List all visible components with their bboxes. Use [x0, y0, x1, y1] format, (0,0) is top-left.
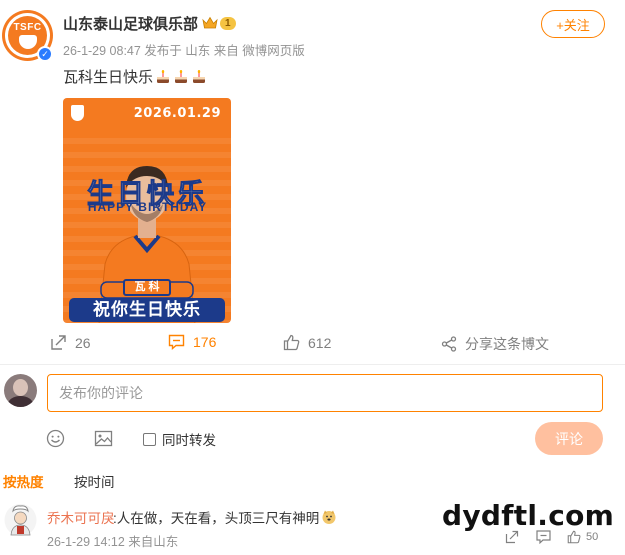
- comment-text-content: :人在做，天在看，头顶三尺有神明: [113, 511, 320, 526]
- repost-checkbox[interactable]: 同时转发: [143, 429, 216, 449]
- club-logo-icon: [71, 105, 84, 121]
- sort-by-time-tab[interactable]: 按时间: [74, 471, 115, 491]
- poster-date: 2026.01.29: [133, 106, 221, 121]
- follow-button[interactable]: +关注: [541, 10, 605, 38]
- vip-level: 1: [220, 16, 236, 30]
- comment-like-button[interactable]: 50: [567, 530, 598, 544]
- post-text: 瓦科生日快乐: [63, 66, 207, 87]
- sort-by-hot-tab[interactable]: 按热度: [3, 471, 44, 491]
- repost-button[interactable]: 26: [50, 334, 91, 351]
- comment-icon: [168, 334, 185, 350]
- repost-checkbox-label: 同时转发: [162, 433, 216, 448]
- commenter-avatar[interactable]: [4, 502, 37, 538]
- comment-input[interactable]: [47, 374, 603, 412]
- checkbox-icon[interactable]: [143, 432, 156, 446]
- submit-comment-button[interactable]: 评论: [535, 422, 603, 455]
- commenter-name[interactable]: 乔木可可戾: [47, 507, 115, 527]
- watermark: dydftl.com: [442, 499, 615, 532]
- repost-count: 26: [75, 334, 91, 351]
- my-avatar[interactable]: [4, 374, 37, 407]
- comment-reply-icon[interactable]: [536, 530, 551, 544]
- image-icon[interactable]: [94, 429, 113, 448]
- club-crest-icon: [18, 35, 37, 49]
- poster-subtitle: HAPPY BIRTHDAY: [87, 200, 208, 214]
- thumbs-up-icon: [283, 334, 300, 351]
- comment-like-count: 50: [586, 531, 599, 543]
- comment-meta: 26-1-29 14:12 来自山东: [47, 535, 179, 549]
- comment-button[interactable]: 176: [168, 334, 216, 350]
- share-button[interactable]: 分享这条博文: [441, 334, 549, 354]
- emoji-icon[interactable]: [46, 429, 65, 448]
- player-photo: [98, 166, 196, 323]
- author-name[interactable]: 山东泰山足球俱乐部: [63, 13, 198, 34]
- like-count: 612: [308, 334, 332, 351]
- repost-icon: [51, 335, 66, 350]
- club-abbr: TSFC: [13, 22, 42, 33]
- poster-player-name: 瓦 科: [123, 279, 171, 296]
- like-button[interactable]: 612: [283, 334, 331, 351]
- comment-repost-icon[interactable]: [505, 530, 519, 544]
- share-label: 分享这条博文: [465, 336, 549, 352]
- crown-icon: [202, 16, 218, 29]
- divider: [0, 364, 625, 365]
- cake-icon: [157, 69, 170, 83]
- post-meta: 26-1-29 08:47 发布于 山东 来自 微博网页版: [63, 44, 305, 58]
- share-icon: [441, 336, 457, 352]
- post-text-content: 瓦科生日快乐: [63, 69, 154, 86]
- comment-text: :人在做，天在看，头顶三尺有神明: [113, 507, 337, 527]
- doge-emoji-icon: [322, 510, 336, 524]
- verified-badge-icon: ✓: [37, 46, 53, 62]
- vip-badge[interactable]: 1: [202, 15, 236, 31]
- cake-icon: [175, 69, 188, 83]
- poster-wish: 祝你生日快乐: [69, 298, 225, 322]
- comment-count: 176: [193, 334, 217, 350]
- post-image[interactable]: 2026.01.29 生日快乐 HAPPY BIRTHDAY 瓦 科 祝你生日快…: [63, 98, 231, 323]
- thumbs-up-icon: [567, 530, 581, 544]
- cake-icon: [193, 69, 206, 83]
